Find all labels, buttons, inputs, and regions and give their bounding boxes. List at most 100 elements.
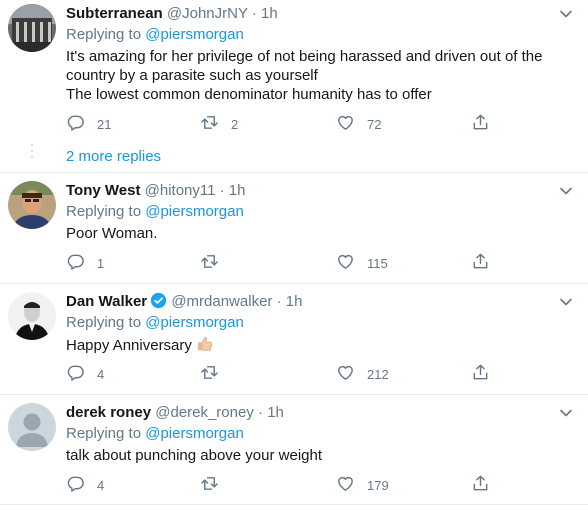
chevron-down-icon[interactable]: [558, 405, 574, 421]
reply-button[interactable]: 4: [66, 475, 104, 495]
chevron-down-icon[interactable]: [558, 6, 574, 22]
tweet-actions: 21 2 72: [66, 114, 506, 134]
replying-to: Replying to @piersmorgan: [66, 202, 244, 222]
tweet-text-line: The lowest common denominator humanity h…: [66, 86, 432, 103]
separator-dot: ·: [251, 5, 257, 22]
tweet-text: It's amazing for her privilege of not be…: [66, 47, 566, 104]
tweet-text-line: It's amazing for her privilege of not be…: [66, 48, 543, 65]
mention-link[interactable]: @piersmorgan: [145, 203, 244, 220]
like-count: 212: [367, 366, 389, 382]
tweet-text-line: country by a parasite such as yourself: [66, 67, 318, 84]
heart-icon: [336, 113, 355, 135]
replying-to: Replying to @piersmorgan: [66, 424, 244, 444]
tweet-actions: 4 212: [66, 364, 506, 384]
heart-icon: [336, 363, 355, 385]
share-button[interactable]: [471, 253, 490, 273]
reply-button[interactable]: 1: [66, 253, 104, 273]
retweet-icon: [200, 252, 219, 274]
retweet-button[interactable]: 2: [200, 114, 238, 134]
display-name[interactable]: derek roney: [66, 404, 151, 421]
tweet-actions: 4 179: [66, 475, 506, 495]
heart-icon: [336, 474, 355, 496]
tweet-text: Poor Woman.: [66, 224, 566, 243]
verified-badge-icon: [150, 292, 167, 309]
chevron-down-icon[interactable]: [558, 183, 574, 199]
reply-icon: [66, 252, 85, 274]
like-button[interactable]: 72: [336, 114, 381, 134]
tweet-header: Subterranean @JohnJrNY · 1h: [66, 4, 278, 24]
more-replies-link[interactable]: 2 more replies: [66, 147, 161, 167]
divider: [0, 172, 588, 173]
timestamp[interactable]: 1h: [286, 293, 303, 310]
share-icon: [471, 252, 490, 274]
display-name[interactable]: Dan Walker: [66, 293, 147, 310]
retweet-icon: [200, 363, 219, 385]
display-name[interactable]: Subterranean: [66, 5, 163, 22]
mention-link[interactable]: @piersmorgan: [145, 314, 244, 331]
separator-dot: ·: [219, 182, 225, 199]
user-handle[interactable]: @JohnJrNY: [167, 5, 248, 22]
reply-icon: [66, 113, 85, 135]
divider: [0, 283, 588, 284]
tweet-text-line: Happy Anniversary: [66, 337, 192, 354]
divider: [0, 504, 588, 505]
display-name[interactable]: Tony West: [66, 182, 140, 199]
retweet-button[interactable]: [200, 475, 219, 495]
tweet-actions: 1 115: [66, 253, 506, 273]
tweet-header: derek roney @derek_roney · 1h: [66, 403, 284, 423]
tweet-text: talk about punching above your weight: [66, 446, 566, 465]
tweet-text: Happy Anniversary: [66, 335, 566, 355]
replying-to-label: Replying to: [66, 26, 142, 43]
thumbs-up-emoji: [196, 335, 214, 353]
reply-count: 1: [97, 255, 105, 271]
mention-link[interactable]: @piersmorgan: [145, 425, 244, 442]
retweet-button[interactable]: [200, 364, 219, 384]
heart-icon: [336, 252, 355, 274]
like-count: 179: [367, 477, 389, 493]
like-button[interactable]: 115: [336, 253, 388, 273]
tweet-header: Dan Walker @mrdanwalker · 1h: [66, 292, 302, 312]
retweet-icon: [200, 474, 219, 496]
share-button[interactable]: [471, 114, 490, 134]
reply-count: 4: [97, 477, 105, 493]
like-button[interactable]: 179: [336, 475, 389, 495]
avatar[interactable]: [8, 292, 56, 340]
share-icon: [471, 363, 490, 385]
replying-to-label: Replying to: [66, 203, 142, 220]
reply-button[interactable]: 21: [66, 114, 111, 134]
user-handle[interactable]: @hitony11: [145, 182, 216, 199]
avatar[interactable]: [8, 403, 56, 451]
share-button[interactable]: [471, 364, 490, 384]
avatar[interactable]: [8, 4, 56, 52]
like-count: 72: [367, 116, 382, 132]
replying-to-label: Replying to: [66, 425, 142, 442]
tweet-text-line: Poor Woman.: [66, 225, 158, 242]
reply-button[interactable]: 4: [66, 364, 104, 384]
timestamp[interactable]: 1h: [267, 404, 284, 421]
timestamp[interactable]: 1h: [229, 182, 246, 199]
user-handle[interactable]: @mrdanwalker: [171, 293, 272, 310]
retweet-count: 2: [231, 116, 239, 132]
replying-to: Replying to @piersmorgan: [66, 25, 244, 45]
divider: [0, 394, 588, 395]
user-handle[interactable]: @derek_roney: [155, 404, 254, 421]
like-count: 115: [367, 255, 388, 271]
chevron-down-icon[interactable]: [558, 294, 574, 310]
mention-link[interactable]: @piersmorgan: [145, 26, 244, 43]
share-icon: [471, 474, 490, 496]
replying-to: Replying to @piersmorgan: [66, 313, 244, 333]
avatar[interactable]: [8, 181, 56, 229]
thread-connector: [31, 144, 33, 162]
replying-to-label: Replying to: [66, 314, 142, 331]
reply-icon: [66, 474, 85, 496]
reply-feed: Subterranean @JohnJrNY · 1h Replying to …: [0, 0, 588, 506]
separator-dot: ·: [258, 404, 264, 421]
timestamp[interactable]: 1h: [261, 5, 278, 22]
reply-count: 4: [97, 366, 105, 382]
like-button[interactable]: 212: [336, 364, 389, 384]
retweet-button[interactable]: [200, 253, 219, 273]
tweet-text-line: talk about punching above your weight: [66, 447, 323, 464]
reply-count: 21: [97, 116, 112, 132]
share-button[interactable]: [471, 475, 490, 495]
tweet-header: Tony West @hitony11 · 1h: [66, 181, 245, 201]
